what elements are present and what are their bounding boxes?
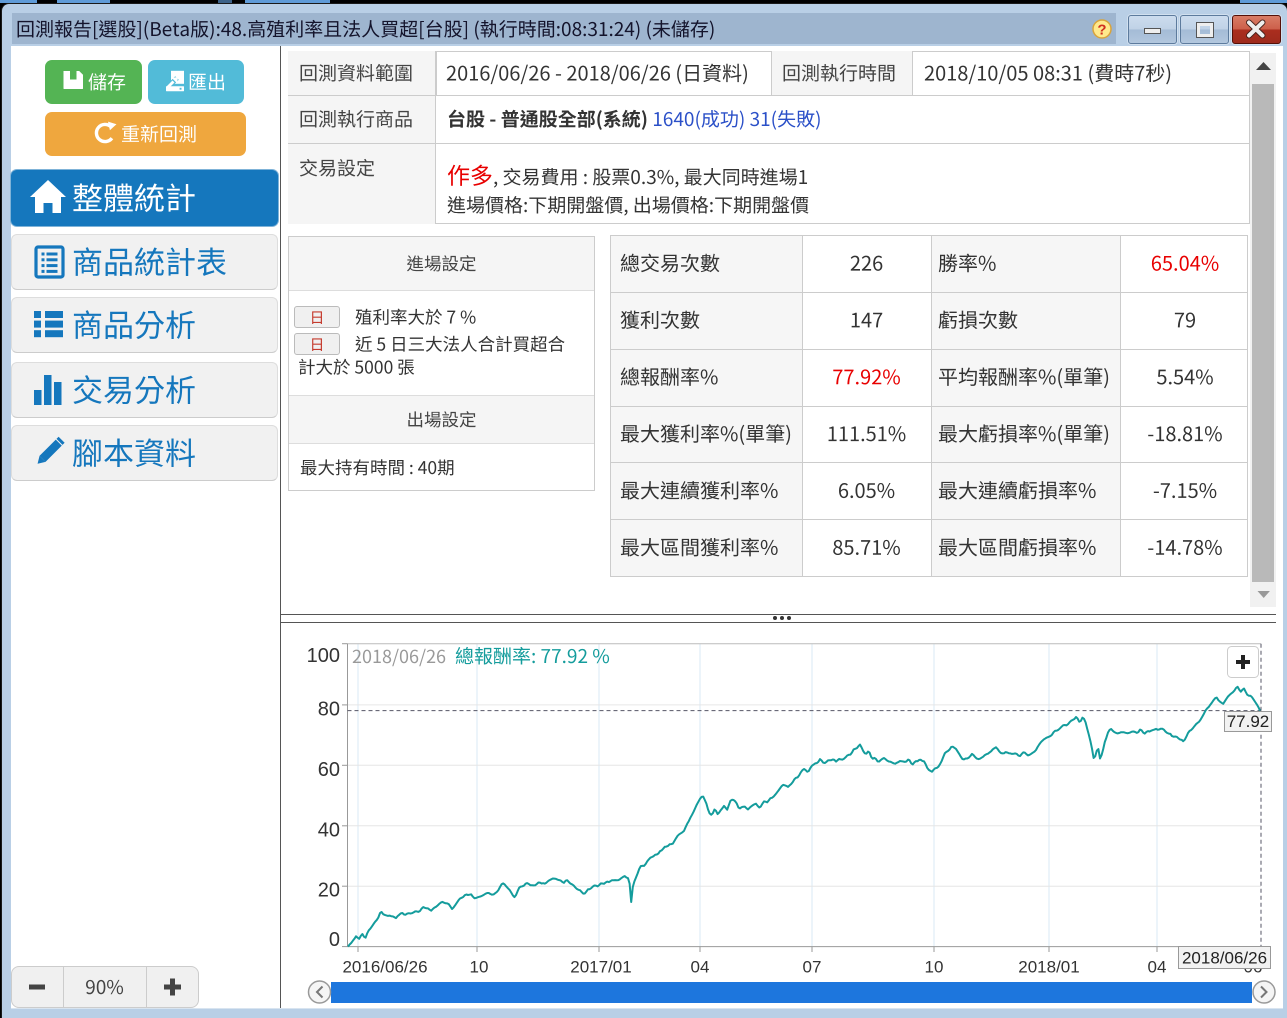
svg-text:2017/01: 2017/01 xyxy=(570,958,631,977)
svg-text:77.92: 77.92 xyxy=(1227,712,1270,731)
svg-text:10: 10 xyxy=(470,958,489,977)
svg-text:80: 80 xyxy=(318,698,340,720)
svg-text:07: 07 xyxy=(803,958,822,977)
svg-text:10: 10 xyxy=(925,958,944,977)
svg-text:100: 100 xyxy=(307,645,340,667)
svg-text:2016/06/26: 2016/06/26 xyxy=(342,958,427,977)
svg-text:60: 60 xyxy=(318,759,340,781)
svg-text:0: 0 xyxy=(329,929,340,951)
svg-text:04: 04 xyxy=(691,958,710,977)
svg-text:20: 20 xyxy=(318,880,340,902)
svg-text:04: 04 xyxy=(1148,958,1167,977)
svg-text:?: ? xyxy=(1097,22,1106,39)
svg-text:2018/06/26: 2018/06/26 xyxy=(1182,949,1267,968)
svg-text:40: 40 xyxy=(318,819,340,841)
svg-text:2018/01: 2018/01 xyxy=(1018,958,1079,977)
